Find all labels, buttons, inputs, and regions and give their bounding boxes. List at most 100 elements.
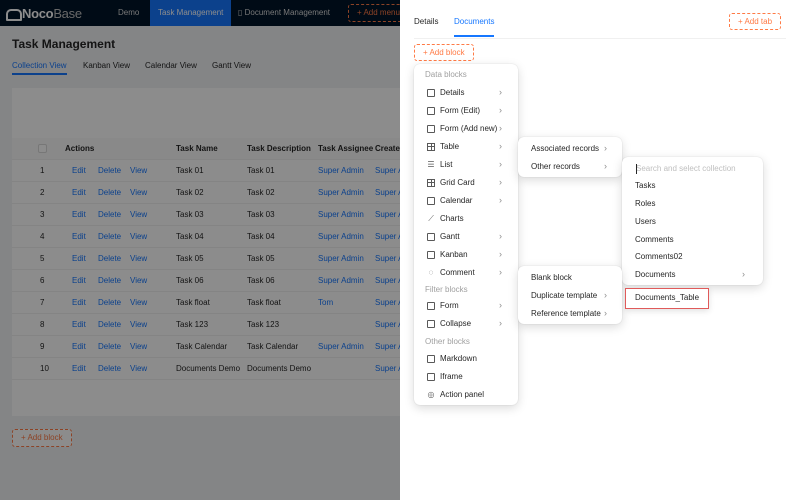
iframe-icon xyxy=(427,372,435,381)
menu-group-data-blocks: Data blocks xyxy=(425,70,467,79)
menu-item-grid-card[interactable]: Grid Card › xyxy=(418,174,514,191)
menu-item-comment[interactable]: ◌ Comment › xyxy=(418,264,514,281)
chevron-right-icon: › xyxy=(604,290,607,300)
menu-item-details[interactable]: Details › xyxy=(418,84,514,101)
calendar-icon xyxy=(427,196,435,205)
drawer-mask[interactable] xyxy=(0,0,400,500)
menu-item-label: Collapse xyxy=(440,319,472,328)
menu-item-duplicate-template[interactable]: Duplicate template › xyxy=(522,287,618,304)
chevron-right-icon: › xyxy=(742,269,745,279)
menu-item-label: Users xyxy=(635,217,656,226)
menu-item-label: Duplicate template xyxy=(531,291,598,300)
chevron-right-icon: › xyxy=(499,87,502,97)
menu-item-other-records[interactable]: Other records › xyxy=(522,158,618,175)
template-submenu: Blank block Duplicate template › Referenc… xyxy=(518,266,622,324)
chevron-right-icon: › xyxy=(499,177,502,187)
menu-group-filter-blocks: Filter blocks xyxy=(425,285,468,294)
menu-item-list[interactable]: ☰ List › xyxy=(418,156,514,173)
add-tab-button[interactable]: + Add tab xyxy=(729,13,782,30)
tab-documents[interactable]: Documents xyxy=(454,17,495,37)
menu-item-blank-block[interactable]: Blank block xyxy=(522,269,618,286)
menu-item-label: Action panel xyxy=(440,390,485,399)
form-add-icon xyxy=(427,124,435,133)
collection-item-comments02[interactable]: Comments02 xyxy=(626,248,759,265)
menu-item-label: Details xyxy=(440,88,465,97)
menu-item-iframe[interactable]: Iframe xyxy=(418,368,514,385)
kanban-icon xyxy=(427,250,435,259)
chevron-right-icon: › xyxy=(499,159,502,169)
menu-item-label: Form (Edit) xyxy=(440,106,480,115)
menu-item-charts[interactable]: ⟋ Charts xyxy=(418,210,514,227)
chevron-right-icon: › xyxy=(499,318,502,328)
menu-group-other-blocks: Other blocks xyxy=(425,337,470,346)
menu-item-label: Kanban xyxy=(440,250,468,259)
menu-item-associated-records[interactable]: Associated records › xyxy=(522,140,618,157)
collection-select-menu: Tasks Roles Users Comments Comments02 Do… xyxy=(622,157,763,285)
menu-item-label: Other records xyxy=(531,162,580,171)
menu-item-action-panel[interactable]: ◎ Action panel xyxy=(418,386,514,403)
chevron-right-icon: › xyxy=(499,123,502,133)
tabs-divider xyxy=(414,38,786,39)
menu-item-label: List xyxy=(440,160,453,169)
line-chart-icon: ⟋ xyxy=(428,213,434,223)
chevron-right-icon: › xyxy=(499,231,502,241)
details-icon xyxy=(427,88,435,97)
collection-item-users[interactable]: Users xyxy=(626,213,759,230)
collapse-icon xyxy=(427,319,435,328)
collection-item-roles[interactable]: Roles xyxy=(626,195,759,212)
menu-item-label: Comments02 xyxy=(635,252,683,261)
menu-item-gantt[interactable]: Gantt › xyxy=(418,228,514,245)
menu-item-calendar[interactable]: Calendar › xyxy=(418,192,514,209)
menu-item-collapse[interactable]: Collapse › xyxy=(418,315,514,332)
menu-item-label: Reference template xyxy=(531,309,601,318)
menu-item-label: Table xyxy=(440,142,460,151)
collection-item-comments[interactable]: Comments xyxy=(626,231,759,248)
chevron-right-icon: › xyxy=(499,267,502,277)
table-submenu: Associated records › Other records › xyxy=(518,137,622,177)
text-cursor xyxy=(636,164,637,174)
add-block-label: Add block xyxy=(429,48,465,57)
chevron-right-icon: › xyxy=(499,195,502,205)
table-icon xyxy=(427,142,435,151)
chevron-right-icon: › xyxy=(499,300,502,310)
collection-item-documents[interactable]: Documents › xyxy=(626,266,759,283)
menu-item-markdown[interactable]: Markdown xyxy=(418,350,514,367)
menu-item-label: Tasks xyxy=(635,181,656,190)
menu-item-label: Form xyxy=(440,301,459,310)
menu-item-label: Associated records xyxy=(531,144,600,153)
menu-item-kanban[interactable]: Kanban › xyxy=(418,246,514,263)
chevron-right-icon: › xyxy=(604,161,607,171)
form-edit-icon xyxy=(427,106,435,115)
list-icon: ☰ xyxy=(427,159,435,169)
menu-item-label: Form (Add new) xyxy=(440,124,498,133)
add-block-button[interactable]: + Add block xyxy=(414,44,474,61)
tab-details[interactable]: Details xyxy=(414,17,438,26)
menu-item-label: Roles xyxy=(635,199,656,208)
menu-item-label: Documents xyxy=(635,270,676,279)
menu-item-filter-form[interactable]: Form › xyxy=(418,297,514,314)
chevron-right-icon: › xyxy=(604,308,607,318)
action-panel-icon: ◎ xyxy=(427,389,435,399)
menu-item-label: Calendar xyxy=(440,196,473,205)
gantt-icon xyxy=(427,232,435,241)
menu-item-form-edit[interactable]: Form (Edit) › xyxy=(418,102,514,119)
template-item-documents-table[interactable]: Documents_Table xyxy=(625,288,709,309)
menu-item-reference-template[interactable]: Reference template › xyxy=(522,305,618,322)
add-tab-label: Add tab xyxy=(744,17,773,26)
add-block-menu: Data blocks Details › Form (Edit) › Form (… xyxy=(414,64,518,405)
menu-item-label: Iframe xyxy=(440,372,463,381)
collection-item-tasks[interactable]: Tasks xyxy=(626,177,759,194)
markdown-icon xyxy=(427,354,435,363)
menu-item-label: Gantt xyxy=(440,232,460,241)
chevron-right-icon: › xyxy=(499,141,502,151)
collection-search-input[interactable] xyxy=(630,161,755,176)
comment-icon: ◌ xyxy=(428,267,434,277)
menu-item-table[interactable]: Table › xyxy=(418,138,514,155)
menu-item-label: Comment xyxy=(440,268,475,277)
menu-item-label: Markdown xyxy=(440,354,477,363)
chevron-right-icon: › xyxy=(604,143,607,153)
menu-item-form-add-new[interactable]: Form (Add new) › xyxy=(418,120,514,137)
menu-item-label: Grid Card xyxy=(440,178,475,187)
menu-item-label: Comments xyxy=(635,235,674,244)
menu-item-label: Charts xyxy=(440,214,464,223)
